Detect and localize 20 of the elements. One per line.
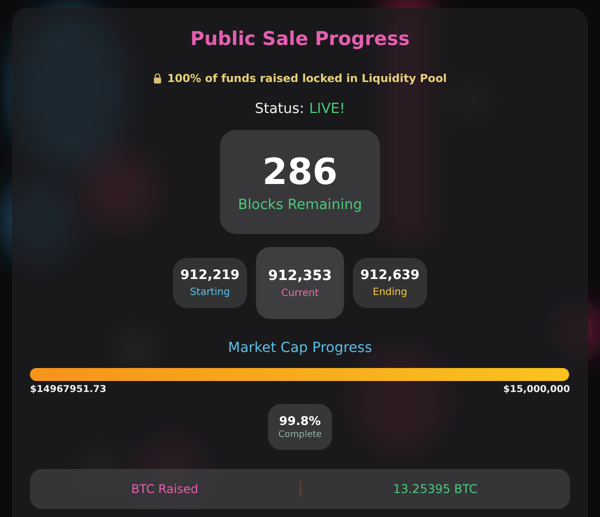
block-label: Ending — [372, 287, 408, 298]
status-label: Status: — [254, 101, 304, 117]
blocks-remaining-value: 286 — [262, 152, 338, 192]
page-title: Public Sale Progress — [190, 28, 410, 50]
block-number: 912,219 — [180, 268, 240, 283]
lock-icon — [153, 73, 162, 84]
block-number: 912,353 — [268, 268, 332, 284]
current-market-cap: $14967951.73 — [30, 384, 106, 395]
market-cap-title: Market Cap Progress — [228, 340, 372, 356]
target-market-cap: $15,000,000 — [503, 384, 570, 395]
completion-label: Complete — [278, 430, 322, 440]
completion-value: 99.8% — [279, 414, 321, 428]
lock-notice: 100% of funds raised locked in Liquidity Pool — [167, 72, 447, 85]
btc-raised-label: BTC Raised — [130, 482, 200, 496]
blocks-remaining-label: Blocks Remaining — [238, 196, 362, 212]
block-label: Current — [281, 288, 319, 298]
status-value: LIVE! — [309, 101, 346, 117]
block-number: 912,639 — [360, 268, 420, 283]
btc-raised-value: 13.25395 BTC — [392, 482, 478, 496]
block-label: Starting — [190, 287, 230, 298]
